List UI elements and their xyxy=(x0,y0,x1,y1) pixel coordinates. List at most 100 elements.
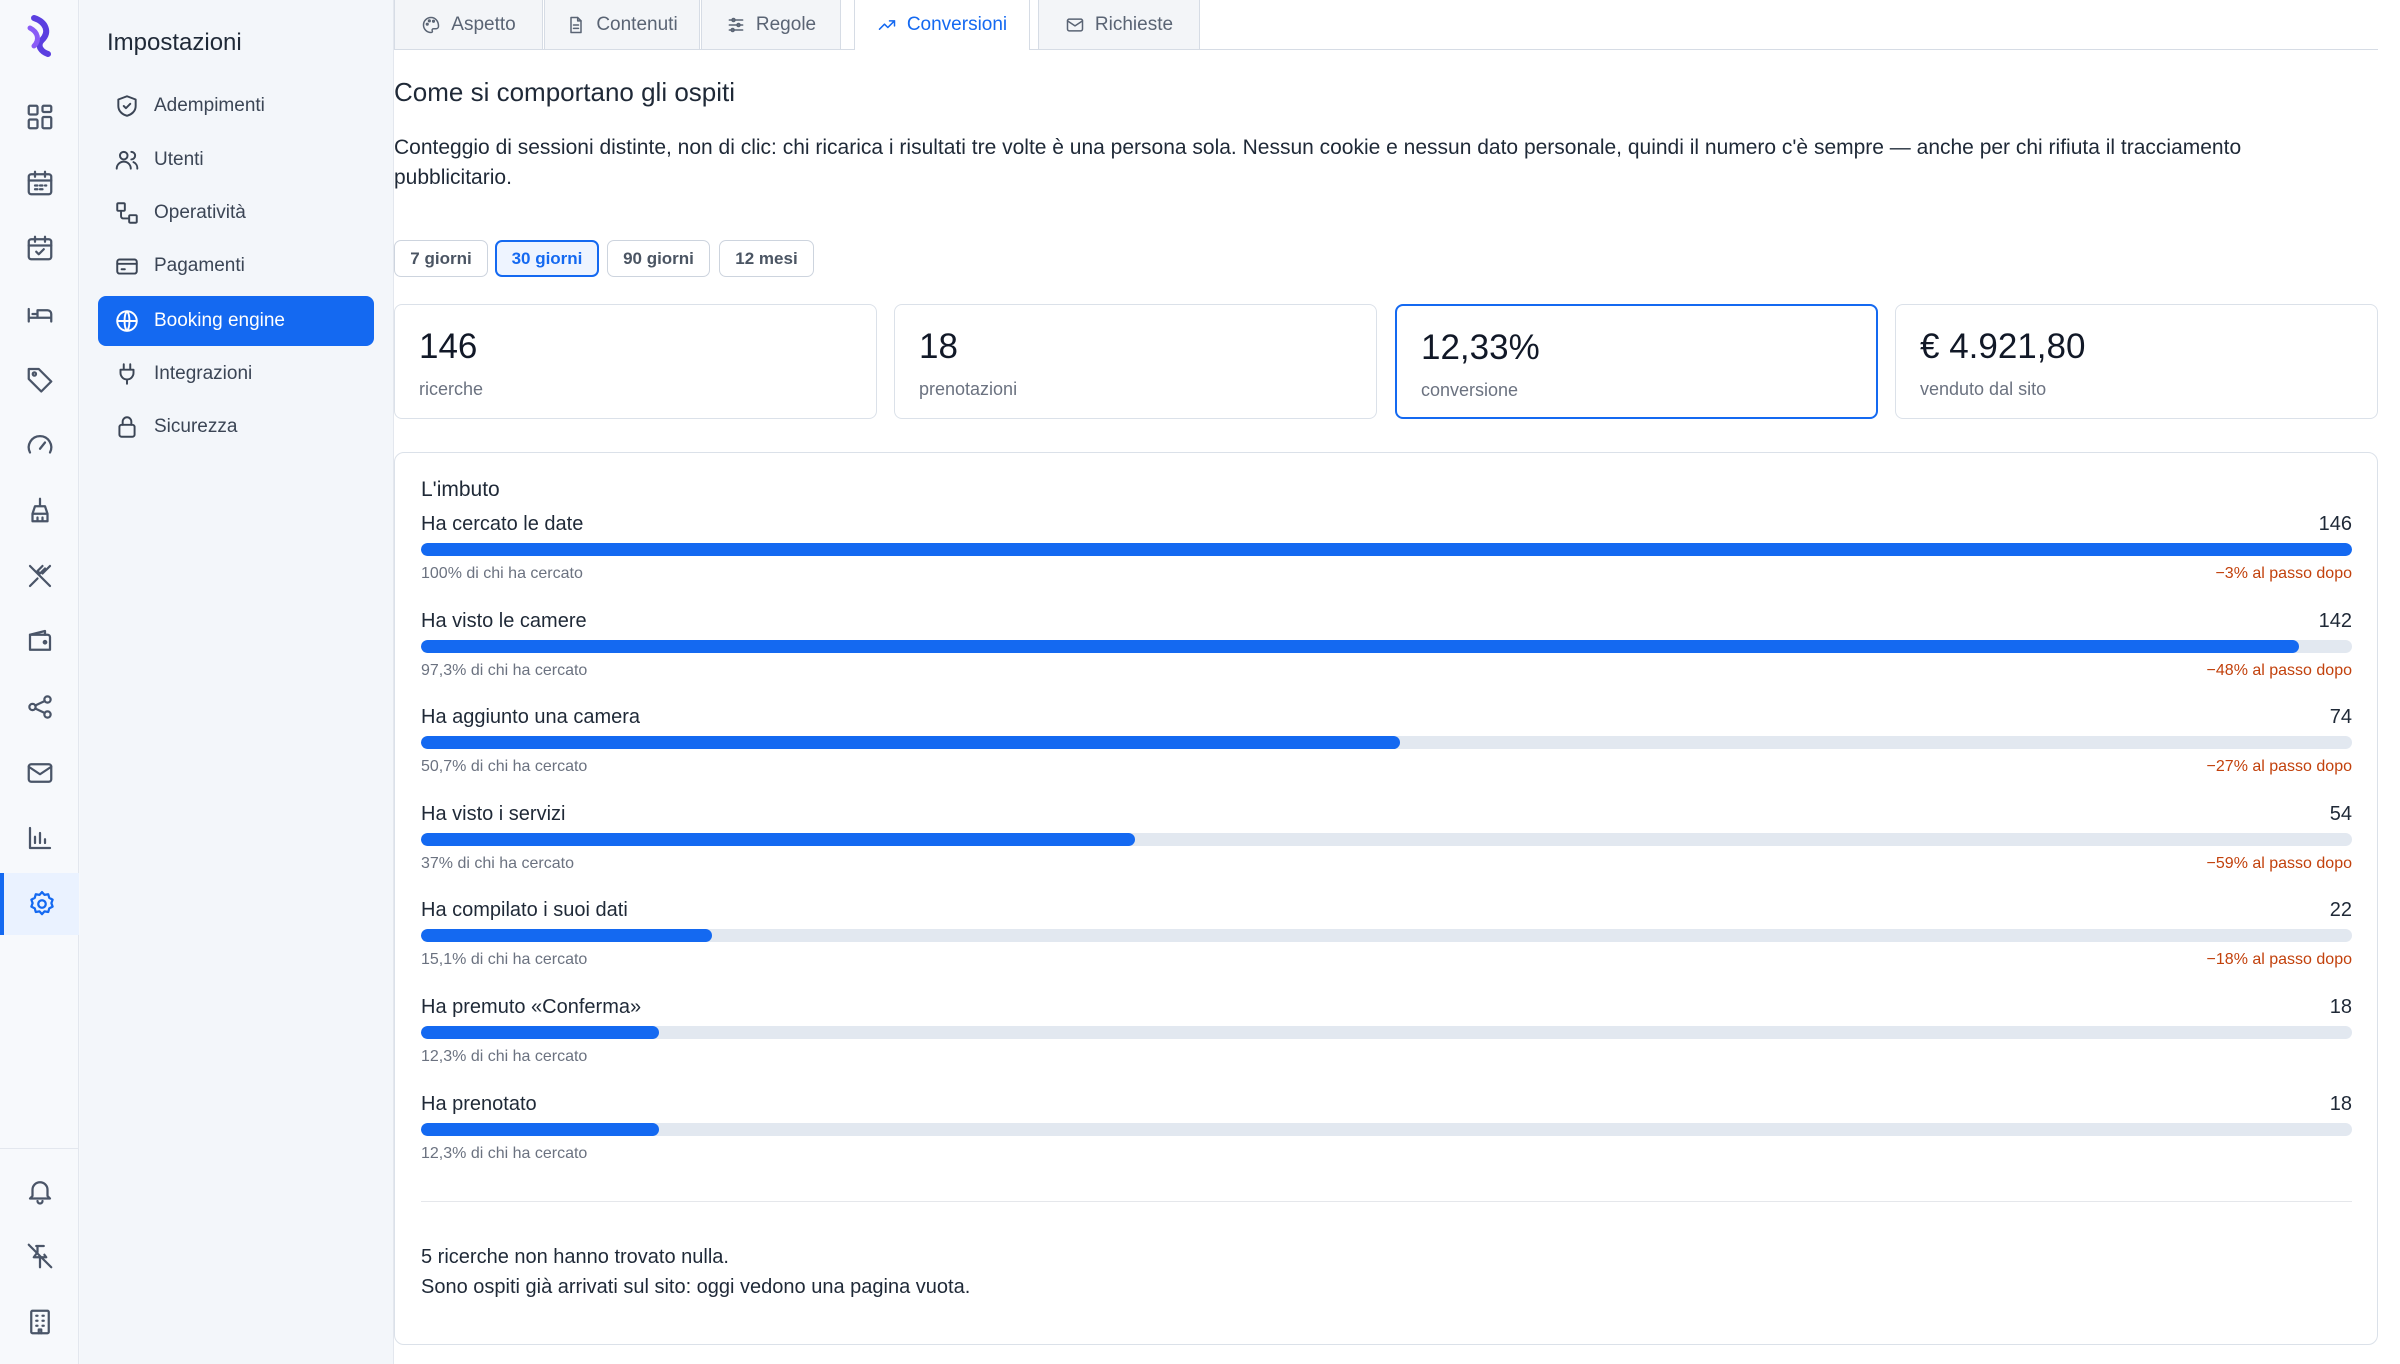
calendar-icon[interactable] xyxy=(0,152,79,214)
settings-sidebar: Impostazioni Adempimenti Utenti Operativ… xyxy=(80,0,394,1364)
tab-label: Conversioni xyxy=(906,14,1008,35)
sidebar-item-utenti[interactable]: Utenti xyxy=(98,135,374,185)
bell-icon[interactable] xyxy=(0,1160,79,1222)
tab-label: Richieste xyxy=(1094,13,1174,35)
dashboard-icon[interactable] xyxy=(0,86,79,148)
sidebar-title: Impostazioni xyxy=(107,29,242,56)
mail-icon xyxy=(1066,17,1084,32)
tab-aspetto[interactable]: Aspetto xyxy=(394,0,543,49)
funnel-step: Ha compilato i suoi dati 22 15,1% di chi… xyxy=(421,899,2352,979)
settings-icon[interactable] xyxy=(0,873,79,935)
note-line: Sono ospiti già arrivati sul sito: oggi … xyxy=(421,1276,971,1298)
sidebar-item-label: Sicurezza xyxy=(154,416,238,437)
range-7-giorni[interactable]: 7 giorni xyxy=(394,240,488,277)
section-description: Conteggio di sessioni distinte, non di c… xyxy=(394,136,2242,189)
funnel-step: Ha visto i servizi 54 37% di chi ha cerc… xyxy=(421,803,2352,883)
step-bar-track xyxy=(421,736,2352,749)
mail-icon[interactable] xyxy=(0,742,79,804)
wallet-icon[interactable] xyxy=(0,610,79,672)
sidebar-item-label: Operatività xyxy=(154,202,246,223)
kpi-value: 12,33% xyxy=(1421,328,1540,367)
range-90-giorni[interactable]: 90 giorni xyxy=(607,240,710,277)
step-count: 54 xyxy=(2329,803,2352,825)
step-count: 18 xyxy=(2329,1093,2352,1115)
step-count: 74 xyxy=(2329,706,2352,728)
step-bar-fill xyxy=(421,1026,660,1039)
range-12-mesi[interactable]: 12 mesi xyxy=(719,240,814,277)
tab-conversioni[interactable]: Conversioni xyxy=(854,0,1030,50)
housekeeping-icon[interactable] xyxy=(0,479,79,541)
bed-icon[interactable] xyxy=(0,283,79,345)
tab-contenuti[interactable]: Contenuti xyxy=(544,0,700,49)
sidebar-item-sicurezza[interactable]: Sicurezza xyxy=(98,402,374,452)
restaurant-icon[interactable] xyxy=(0,545,79,607)
step-percent: 12,3% di chi ha cercato xyxy=(421,1145,588,1162)
kpi-card-ricerche: 146 ricerche xyxy=(394,304,877,419)
app-logo-icon[interactable] xyxy=(20,14,60,58)
sliders-icon xyxy=(728,17,744,32)
sidebar-item-label: Pagamenti xyxy=(154,255,245,276)
sidebar-item-label: Booking engine xyxy=(154,310,285,331)
tag-icon[interactable] xyxy=(0,348,79,410)
kpi-value: 18 xyxy=(919,327,958,366)
globe-icon xyxy=(116,310,138,332)
kpi-label: prenotazioni xyxy=(919,379,1018,399)
step-bar-fill xyxy=(421,929,712,942)
step-bar-fill xyxy=(421,640,2300,653)
tab-richieste[interactable]: Richieste xyxy=(1038,0,1200,49)
step-count: 142 xyxy=(2318,610,2352,632)
step-label: Ha cercato le date xyxy=(421,513,584,535)
step-bar-fill xyxy=(421,833,1136,846)
funnel-step: Ha cercato le date 146 100% di chi ha ce… xyxy=(421,513,2352,593)
step-bar-track xyxy=(421,1026,2352,1039)
main-content: Aspetto Contenuti Regole Conversioni Ric… xyxy=(394,0,2400,1364)
step-bar-track xyxy=(421,1123,2352,1136)
kpi-label: conversione xyxy=(1421,380,1519,400)
sidebar-item-integrazioni[interactable]: Integrazioni xyxy=(98,349,374,399)
kpi-label: ricerche xyxy=(419,379,484,399)
workflow-icon xyxy=(116,202,138,224)
share-icon[interactable] xyxy=(0,676,79,738)
users-icon xyxy=(115,150,139,170)
credit-card-icon xyxy=(116,258,138,275)
step-dropoff: −18% al passo dopo xyxy=(2206,951,2352,968)
sidebar-item-pagamenti[interactable]: Pagamenti xyxy=(98,241,374,291)
kpi-value: € 4.921,80 xyxy=(1920,327,2086,366)
step-percent: 100% di chi ha cercato xyxy=(421,565,583,582)
tab-regole[interactable]: Regole xyxy=(701,0,841,49)
step-label: Ha visto le camere xyxy=(421,610,587,632)
shield-check-icon xyxy=(117,95,137,117)
trending-up-icon xyxy=(878,20,896,30)
icon-rail xyxy=(0,0,79,1364)
sidebar-item-adempimenti[interactable]: Adempimenti xyxy=(98,81,374,131)
step-count: 146 xyxy=(2318,513,2352,535)
kpi-value: 146 xyxy=(419,327,478,366)
step-label: Ha premuto «Conferma» xyxy=(421,996,642,1018)
sidebar-item-label: Adempimenti xyxy=(154,95,265,116)
step-bar-track xyxy=(421,833,2352,846)
step-bar-fill xyxy=(421,736,1400,749)
gauge-icon[interactable] xyxy=(0,414,79,476)
sidebar-item-label: Utenti xyxy=(154,149,204,170)
building-icon[interactable] xyxy=(0,1291,79,1353)
plug-icon xyxy=(119,363,135,385)
step-count: 18 xyxy=(2329,996,2352,1018)
funnel-note: 5 ricerche non hanno trovato nulla. Sono… xyxy=(421,1242,970,1302)
bar-chart-icon[interactable] xyxy=(0,807,79,869)
palette-icon xyxy=(423,16,440,33)
tab-bar: Aspetto Contenuti Regole Conversioni Ric… xyxy=(394,0,2378,50)
sidebar-item-operativita[interactable]: Operatività xyxy=(98,188,374,238)
unpin-icon[interactable] xyxy=(0,1225,79,1287)
tab-label: Regole xyxy=(755,13,817,35)
range-30-giorni[interactable]: 30 giorni xyxy=(495,240,599,277)
calendar-check-icon[interactable] xyxy=(0,217,79,279)
step-label: Ha visto i servizi xyxy=(421,803,566,825)
section-heading: Come si comportano gli ospiti xyxy=(394,77,736,107)
step-label: Ha compilato i suoi dati xyxy=(421,899,628,921)
kpi-card-venduto: € 4.921,80 venduto dal sito xyxy=(1895,304,2378,419)
kpi-card-prenotazioni: 18 prenotazioni xyxy=(894,304,1377,419)
document-icon xyxy=(570,16,583,33)
sidebar-item-booking-engine[interactable]: Booking engine xyxy=(98,296,374,346)
funnel-step: Ha prenotato 18 12,3% di chi ha cercato xyxy=(421,1093,2352,1173)
step-percent: 12,3% di chi ha cercato xyxy=(421,1048,588,1065)
